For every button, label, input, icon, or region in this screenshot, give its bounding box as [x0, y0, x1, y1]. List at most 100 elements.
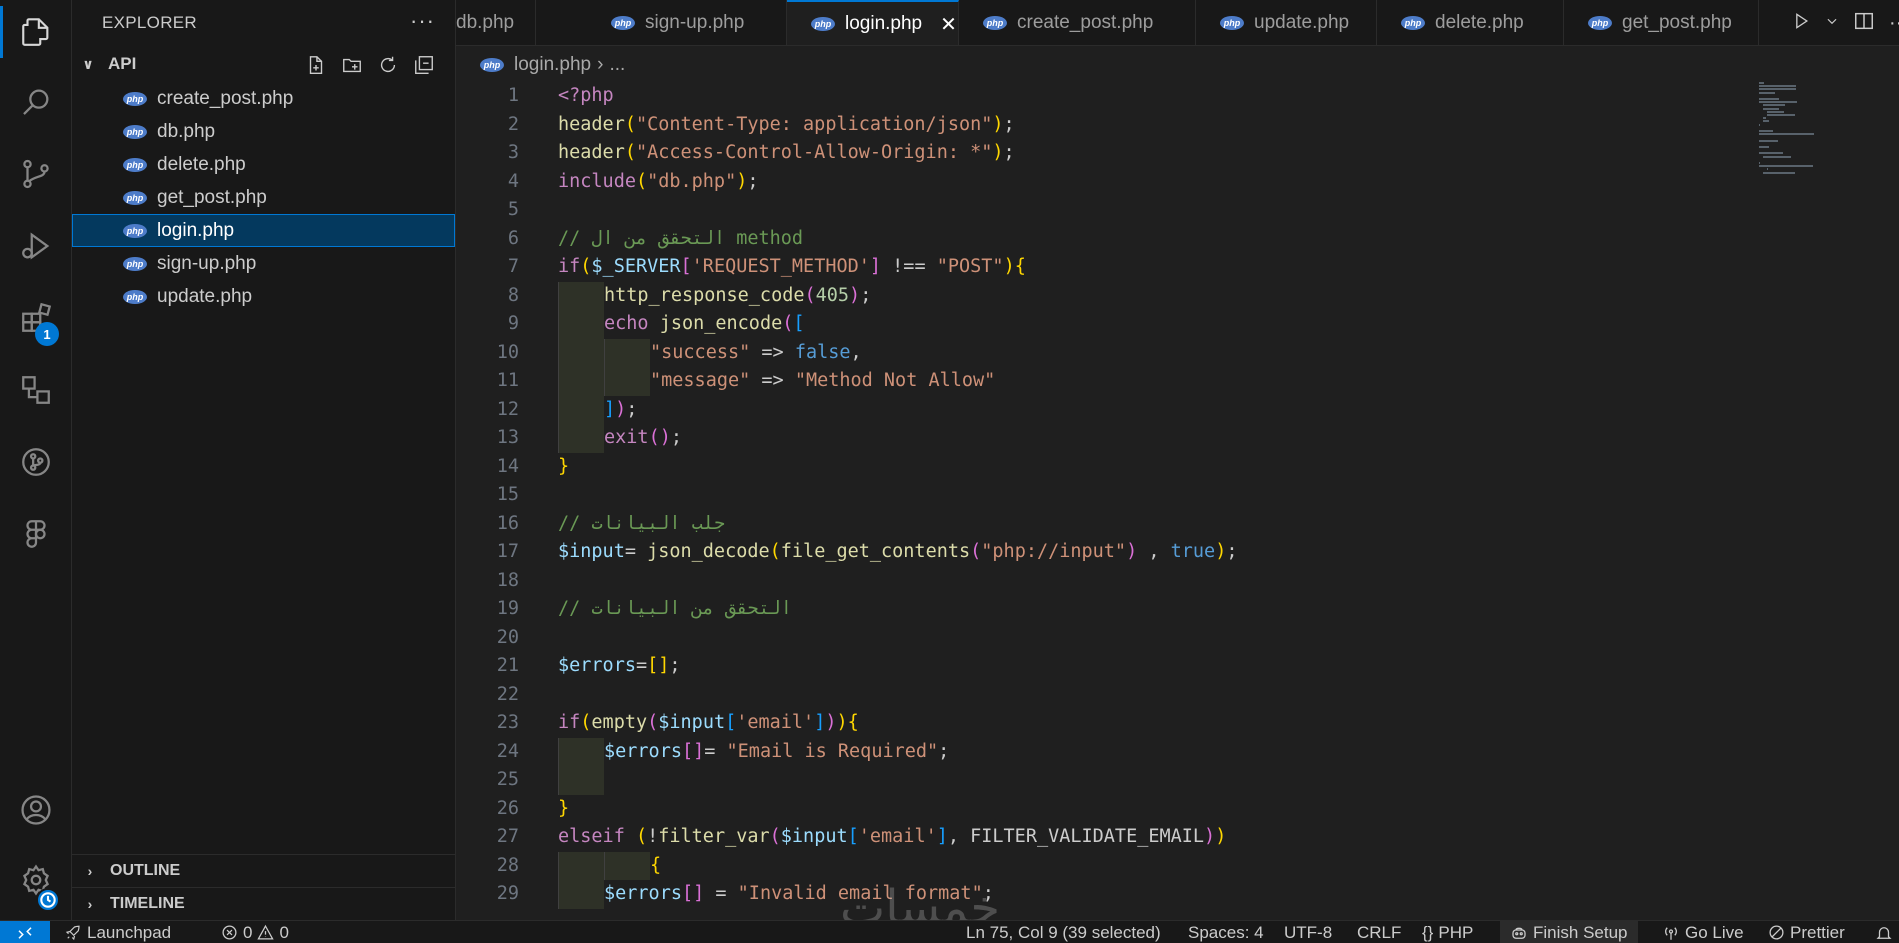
- file-item[interactable]: php db.php: [72, 115, 455, 148]
- code-token: []: [681, 740, 705, 762]
- new-file-icon[interactable]: [303, 52, 329, 78]
- code-token: false: [794, 341, 851, 363]
- outline-section[interactable]: › OUTLINE: [72, 854, 456, 887]
- search-icon[interactable]: [0, 70, 72, 134]
- figma-icon[interactable]: [0, 502, 72, 566]
- git-graph-icon[interactable]: [0, 430, 72, 494]
- code-token: header: [558, 142, 625, 163]
- code-token: $errors: [604, 883, 682, 904]
- close-icon[interactable]: ✕: [940, 12, 957, 37]
- account-icon[interactable]: [0, 778, 72, 842]
- tab-label: sign-up.php: [645, 12, 745, 33]
- new-folder-icon[interactable]: [339, 52, 365, 78]
- finish-setup-button[interactable]: Finish Setup: [1500, 921, 1638, 943]
- file-item[interactable]: php create_post.php: [72, 82, 455, 115]
- code-token: $input: [558, 541, 625, 562]
- code-editor[interactable]: 1 <?php 2 header("Content-Type: application…: [457, 82, 1899, 920]
- explorer-icon[interactable]: [0, 0, 72, 64]
- code-token: []: [647, 655, 670, 676]
- code-token: (: [769, 541, 781, 562]
- file-item[interactable]: php get_post.php: [72, 181, 455, 214]
- code-token: if: [558, 712, 581, 733]
- split-editor-icon[interactable]: [1853, 10, 1875, 37]
- notifications-bell-icon[interactable]: [1875, 921, 1893, 943]
- code-token: 'email': [736, 712, 815, 733]
- collapse-all-icon[interactable]: [411, 52, 437, 78]
- code-token: true: [1170, 541, 1216, 562]
- update-clock-icon: [36, 888, 60, 912]
- more-actions-icon[interactable]: ···: [410, 8, 435, 34]
- code-token: ): [1204, 826, 1216, 847]
- code-text: $errors=[];: [558, 652, 681, 681]
- file-item[interactable]: php delete.php: [72, 148, 455, 181]
- code-token: ): [825, 712, 837, 733]
- run-icon[interactable]: [1791, 11, 1811, 36]
- code-token: echo: [604, 313, 649, 334]
- encoding[interactable]: UTF-8: [1284, 921, 1332, 943]
- indent-guide: [604, 851, 650, 880]
- editor-tab[interactable]: php get_post.php: [1564, 0, 1759, 45]
- line-number: 8: [507, 284, 519, 306]
- extensions-icon[interactable]: 1: [0, 286, 72, 350]
- code-text: header("Access-Control-Allow-Origin: *")…: [558, 139, 1015, 168]
- minimap[interactable]: [1759, 82, 1839, 242]
- code-token: {: [847, 712, 859, 733]
- run-debug-icon[interactable]: [0, 214, 72, 278]
- launchpad-button[interactable]: Launchpad: [64, 921, 171, 943]
- editor-tab[interactable]: php update.php: [1196, 0, 1377, 45]
- minimap-line: [1763, 117, 1766, 120]
- manage-gear-icon[interactable]: [0, 848, 72, 912]
- minimap-line: [1759, 133, 1814, 136]
- editor-tab[interactable]: php create_post.php: [959, 0, 1196, 45]
- prettier-button[interactable]: Prettier: [1768, 921, 1845, 943]
- code-token: (): [648, 427, 671, 448]
- line-number: 19: [496, 598, 519, 619]
- go-live-label: Go Live: [1685, 922, 1744, 942]
- remote-indicator[interactable]: [0, 921, 50, 943]
- editor-tabs: db.php php sign-up.php php login.php ✕ php crea…: [456, 0, 1899, 46]
- code-token: json_encode: [659, 313, 783, 334]
- code-text: elseif (!filter_var($input['email'], FIL…: [558, 823, 1226, 852]
- source-control-icon[interactable]: [0, 142, 72, 206]
- code-token: =: [704, 740, 727, 762]
- problems-indicator[interactable]: 0 0: [221, 921, 289, 943]
- code-line: 9 echo json_encode([: [457, 310, 1757, 339]
- timeline-section[interactable]: › TIMELINE: [72, 887, 456, 920]
- breadcrumb-file[interactable]: login.php: [514, 54, 591, 76]
- code-line: 2 header("Content-Type: application/json"…: [457, 111, 1757, 140]
- editor-tab[interactable]: php delete.php: [1377, 0, 1564, 45]
- code-token: ;: [669, 655, 681, 676]
- indentation[interactable]: Spaces: 4: [1188, 921, 1264, 943]
- chevron-down-icon[interactable]: [1825, 14, 1839, 33]
- editor-tab[interactable]: php login.php ✕: [787, 0, 959, 45]
- code-line: 24 $errors[]= "Email is Required";: [457, 737, 1757, 766]
- code-token: "success": [650, 341, 751, 363]
- language-mode[interactable]: {} PHP: [1422, 921, 1473, 943]
- file-item[interactable]: php sign-up.php: [72, 247, 455, 280]
- file-item[interactable]: php update.php: [72, 280, 455, 313]
- folder-api[interactable]: ∨ API: [72, 46, 455, 82]
- status-bar: Launchpad 0 0 Ln 75, Col 9 (39 selected)…: [0, 920, 1899, 943]
- code-token: ): [992, 142, 1004, 163]
- code-token: if: [558, 256, 581, 277]
- php-file-icon: php: [123, 91, 147, 106]
- breadcrumb-rest[interactable]: ...: [609, 54, 625, 76]
- minimap-line: [1759, 101, 1797, 104]
- code-token: "db.php": [647, 170, 737, 192]
- code-text: include("db.php");: [558, 168, 759, 197]
- remote-explorer-icon[interactable]: [0, 358, 72, 422]
- more-actions-icon[interactable]: ···: [1889, 12, 1899, 35]
- cursor-position[interactable]: Ln 75, Col 9 (39 selected): [966, 921, 1161, 943]
- line-ending[interactable]: CRLF: [1357, 921, 1401, 943]
- code-token: =: [635, 655, 648, 676]
- tab-label: login.php: [845, 13, 923, 34]
- editor-tab[interactable]: db.php: [456, 0, 536, 45]
- go-live-button[interactable]: Go Live: [1662, 921, 1744, 943]
- code-token: $errors: [558, 655, 636, 676]
- code-token: !==: [881, 256, 937, 277]
- code-token: !: [647, 826, 659, 847]
- line-number: 28: [496, 854, 519, 876]
- file-item[interactable]: php login.php: [72, 214, 455, 247]
- editor-tab[interactable]: php sign-up.php: [587, 0, 787, 45]
- refresh-icon[interactable]: [375, 52, 401, 78]
